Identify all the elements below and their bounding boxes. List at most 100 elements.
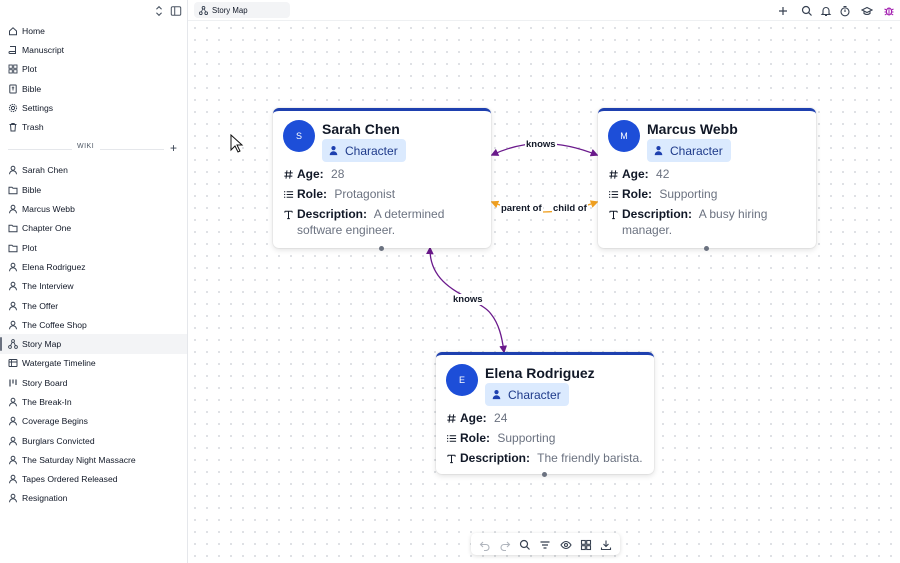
type-badge: Character: [322, 139, 406, 162]
field-key: Description:: [297, 207, 368, 221]
sidebar-item-home[interactable]: Home: [0, 21, 187, 40]
search-icon[interactable]: [801, 4, 813, 16]
connection-handle[interactable]: [542, 472, 547, 477]
toggle-sidebar-icon[interactable]: [170, 4, 184, 18]
sidebar-item-story-map[interactable]: Story Map: [0, 334, 187, 354]
edge-label-knows: knows: [452, 294, 484, 305]
add-wiki-page-icon[interactable]: +: [170, 141, 177, 155]
plus-icon[interactable]: [777, 4, 789, 16]
sidebar-item-the-break-in[interactable]: The Break-In: [0, 392, 187, 411]
undo-icon[interactable]: [479, 538, 491, 552]
sidebar-item-watergate-timeline[interactable]: Watergate Timeline: [0, 354, 187, 373]
node-field-role: Role: Supporting: [446, 430, 644, 446]
sidebar-item-label: Chapter One: [22, 223, 72, 234]
person-icon: [8, 204, 18, 214]
home-icon: [8, 26, 18, 36]
sidebar-item-label: The Offer: [22, 300, 59, 311]
sidebar-item-elena-rodriguez[interactable]: Elena Rodriguez: [0, 257, 187, 276]
sidebar-item-the-saturday-night-massacre[interactable]: The Saturday Night Massacre: [0, 450, 187, 469]
node-title: Sarah Chen: [322, 121, 400, 137]
sidebar-item-sarah-chen[interactable]: Sarah Chen: [0, 161, 187, 180]
sidebar-item-tapes-ordered-released[interactable]: Tapes Ordered Released: [0, 470, 187, 489]
sidebar-item-story-board[interactable]: Story Board: [0, 373, 187, 392]
sidebar-item-label: Manuscript: [22, 44, 65, 55]
text-icon: [283, 208, 294, 220]
sidebar-item-label: Resignation: [22, 493, 68, 504]
folder-icon: [8, 243, 18, 253]
download-icon[interactable]: [600, 538, 612, 551]
sidebar-item-the-offer[interactable]: The Offer: [0, 296, 187, 315]
sidebar-item-label: Coverage Begins: [22, 416, 88, 427]
sidebar-item-label: Marcus Webb: [22, 204, 75, 215]
node-field-description: Description: A busy hiring manager.: [608, 206, 806, 238]
sidebar-item-plot[interactable]: Plot: [0, 60, 187, 79]
person-icon: [8, 436, 18, 446]
layout-grid-icon[interactable]: [580, 538, 592, 551]
timer-icon[interactable]: [839, 4, 851, 17]
sidebar-item-bible[interactable]: Bible: [0, 79, 187, 98]
text-icon: [608, 208, 619, 220]
sidebar-item-the-interview[interactable]: The Interview: [0, 277, 187, 296]
avatar: M: [608, 120, 640, 152]
story-map-canvas[interactable]: knows parent of child of knows S Sarah Ch…: [189, 22, 900, 563]
character-node-sarah[interactable]: S Sarah Chen Character Age: 28 Role: Protago…: [273, 108, 491, 251]
person-icon: [8, 320, 18, 330]
character-icon: [491, 389, 502, 400]
sidebar-item-resignation[interactable]: Resignation: [0, 489, 187, 508]
sidebar-item-label: Bible: [22, 184, 42, 195]
sidebar-item-label: The Saturday Night Massacre: [22, 454, 136, 465]
filter-icon[interactable]: [539, 538, 551, 550]
tab-bar: Story Map: [188, 0, 900, 21]
sidebar-item-bible[interactable]: Bible: [0, 180, 187, 199]
field-key: Age:: [622, 167, 649, 181]
main-nav: Home Manuscript Plot Bible Settings Trash: [0, 21, 187, 137]
sidebar-item-trash[interactable]: Trash: [0, 117, 187, 136]
character-node-elena[interactable]: E Elena Rodriguez Character Age: 24 Role: Su…: [436, 352, 654, 477]
graduation-cap-icon[interactable]: [860, 4, 874, 16]
connection-handle[interactable]: [379, 246, 384, 251]
sidebar-item-plot[interactable]: Plot: [0, 238, 187, 257]
list-icon: [608, 188, 619, 200]
character-icon: [328, 145, 339, 156]
sidebar-item-marcus-webb[interactable]: Marcus Webb: [0, 199, 187, 218]
field-key: Role:: [460, 431, 490, 445]
person-icon: [8, 416, 18, 426]
bug-icon[interactable]: [883, 4, 895, 16]
divider: [100, 148, 164, 150]
sidebar-item-label: Elena Rodriguez: [22, 261, 86, 272]
hash-icon: [283, 168, 294, 180]
field-value: Protagonist: [334, 187, 396, 201]
field-value: 28: [331, 167, 345, 181]
node-field-age: Age: 28: [283, 166, 481, 182]
field-value: Supporting: [659, 187, 718, 201]
sidebar-item-the-coffee-shop[interactable]: The Coffee Shop: [0, 315, 187, 334]
person-icon: [8, 455, 18, 465]
character-node-marcus[interactable]: M Marcus Webb Character Age: 42 Role: Suppor…: [598, 108, 816, 251]
sidebar-item-settings[interactable]: Settings: [0, 98, 187, 117]
sidebar-item-label: Bible: [22, 83, 42, 94]
trash-icon: [8, 122, 18, 132]
bell-icon[interactable]: [820, 4, 832, 17]
tab-story-map[interactable]: Story Map: [194, 2, 290, 18]
sidebar-item-label: Story Board: [22, 377, 68, 388]
map-icon: [199, 5, 208, 15]
person-icon: [8, 262, 18, 272]
sidebar-item-manuscript[interactable]: Manuscript: [0, 40, 187, 59]
sidebar-item-coverage-begins[interactable]: Coverage Begins: [0, 412, 187, 431]
connection-handle[interactable]: [704, 246, 709, 251]
sort-chevrons-icon[interactable]: [153, 4, 167, 18]
node-field-role: Role: Protagonist: [283, 186, 481, 202]
redo-icon[interactable]: [499, 538, 511, 552]
search-icon[interactable]: [519, 538, 531, 550]
edge-label-child-of: child of: [552, 203, 588, 214]
sidebar-item-chapter-one[interactable]: Chapter One: [0, 219, 187, 238]
edges-layer: [425, 142, 599, 354]
field-key: Description:: [460, 451, 531, 465]
list-icon: [283, 188, 294, 200]
eye-icon[interactable]: [559, 538, 572, 550]
sidebar-item-burglars-convicted[interactable]: Burglars Convicted: [0, 431, 187, 450]
node-field-role: Role: Supporting: [608, 186, 806, 202]
avatar: E: [446, 364, 478, 396]
type-badge: Character: [485, 383, 569, 406]
node-title: Marcus Webb: [647, 121, 738, 137]
